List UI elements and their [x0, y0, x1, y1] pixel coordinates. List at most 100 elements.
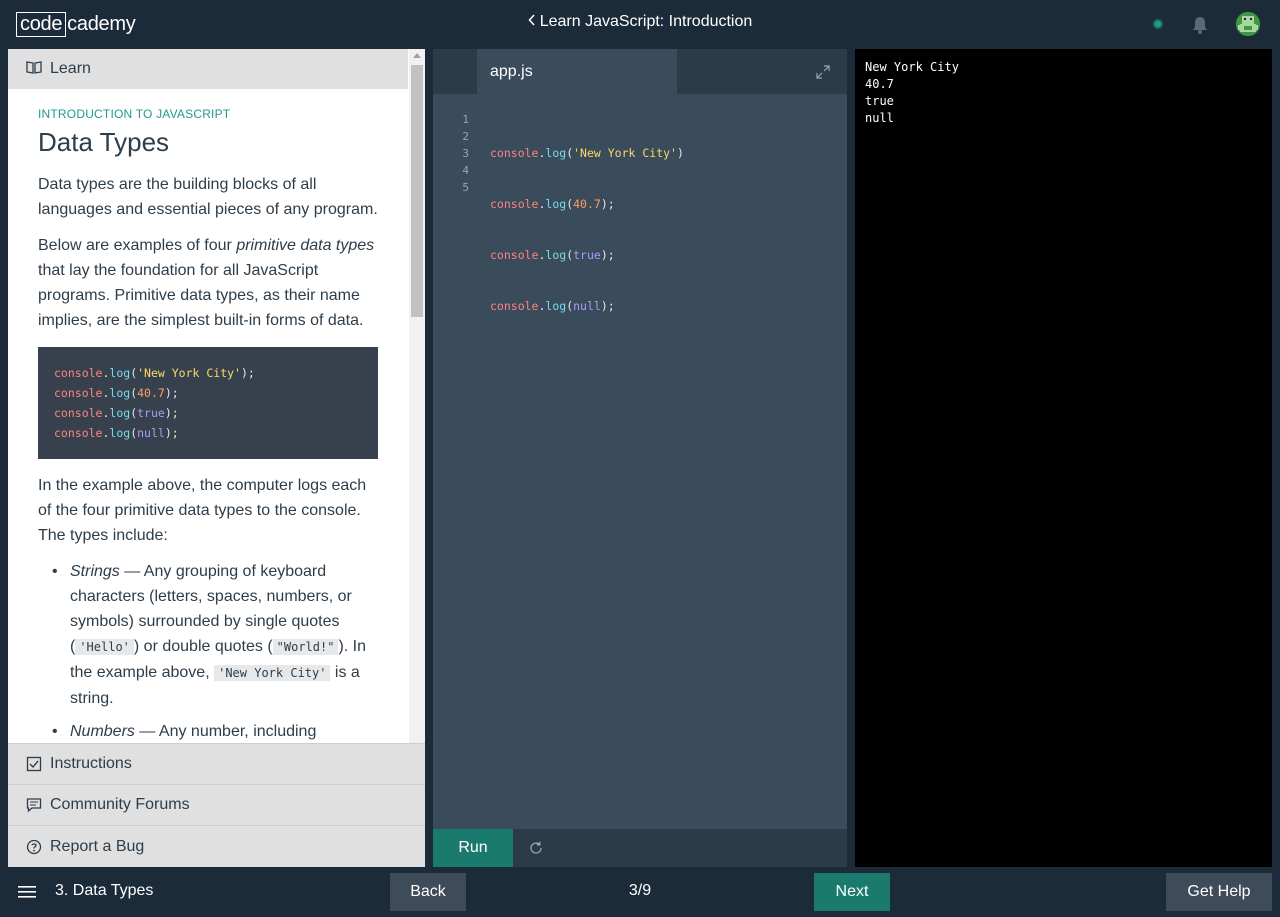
list-text: — Any number, including — [134, 723, 317, 740]
status-indicator-icon — [1153, 19, 1163, 29]
inline-code: "World!" — [272, 639, 339, 655]
lesson-paragraph-2: Below are examples of four primitive dat… — [38, 233, 380, 333]
paragraph-text: that lay the foundation for all JavaScri… — [38, 262, 364, 329]
list-item: Numbers — Any number, including — [52, 719, 380, 743]
run-button[interactable]: Run — [433, 829, 513, 867]
code-token: ); — [240, 366, 255, 380]
line-number: 5 — [462, 181, 469, 194]
checkbox-icon — [26, 756, 42, 772]
code-token: console — [54, 406, 103, 420]
term-text: Numbers — [70, 723, 135, 740]
code-token: 'New York City' — [137, 366, 241, 380]
code-token: 40.7 — [573, 197, 601, 211]
code-line: console.log(true); — [54, 403, 362, 423]
lesson-kicker: INTRODUCTION TO JAVASCRIPT — [38, 107, 231, 121]
editor-code-line[interactable]: console.log(40.7); — [490, 196, 684, 213]
code-line: console.log(40.7); — [54, 383, 362, 403]
code-line: console.log(null); — [54, 423, 362, 443]
lesson-scrollbar[interactable] — [409, 49, 425, 743]
bottom-bar: 3. Data Types Back 3/9 Next Get Help — [0, 867, 1280, 917]
code-token: log — [545, 299, 567, 313]
code-token: ); — [164, 386, 179, 400]
code-editor-panel: app.js 1 2 3 4 5 console.log('New York C… — [433, 49, 847, 867]
code-token: console — [54, 366, 103, 380]
learn-tab-label: Learn — [50, 60, 91, 77]
code-token: console — [490, 146, 539, 160]
report-bug-tab[interactable]: Report a Bug — [8, 825, 425, 867]
code-token: null — [573, 299, 601, 313]
back-button[interactable]: Back — [390, 873, 466, 911]
file-tab-app-js[interactable]: app.js — [477, 49, 677, 94]
lesson-title: Data Types — [38, 127, 170, 157]
chat-icon — [26, 797, 42, 813]
code-token: log — [545, 146, 567, 160]
expand-icon[interactable] — [815, 64, 831, 80]
term-text: Strings — [70, 563, 120, 580]
learn-tab[interactable]: Learn — [8, 49, 408, 89]
code-token: true — [573, 248, 601, 262]
scrollbar-thumb[interactable] — [411, 65, 423, 317]
code-token: log — [109, 366, 131, 380]
book-icon — [26, 60, 42, 79]
community-forums-tab[interactable]: Community Forums — [8, 784, 425, 825]
code-token: console — [54, 426, 103, 440]
code-token: 40.7 — [137, 386, 165, 400]
course-title-link[interactable]: Learn JavaScript: Introduction — [0, 13, 1280, 31]
menu-icon[interactable] — [18, 885, 36, 899]
code-token: log — [109, 386, 131, 400]
code-token: log — [545, 197, 567, 211]
code-editor-text-area[interactable]: console.log('New York City') console.log… — [490, 111, 684, 400]
list-item: Strings — Any grouping of keyboard chara… — [52, 559, 380, 711]
line-number-gutter: 1 2 3 4 5 — [433, 111, 477, 196]
code-token: true — [137, 406, 165, 420]
scroll-up-arrow-icon[interactable] — [413, 53, 421, 58]
code-token: console — [490, 248, 539, 262]
user-avatar[interactable] — [1236, 12, 1260, 36]
code-token: 'New York City' — [573, 146, 677, 160]
line-number: 1 — [462, 113, 469, 126]
editor-code-line[interactable]: console.log(null); — [490, 298, 684, 315]
run-bar: Run — [433, 829, 847, 867]
code-token: ); — [600, 197, 615, 211]
lesson-paragraph-3: In the example above, the computer logs … — [38, 477, 367, 544]
current-lesson-name[interactable]: 3. Data Types — [55, 882, 153, 900]
example-code-block: console.log('New York City'); console.lo… — [38, 347, 378, 459]
editor-code-line[interactable]: console.log(true); — [490, 247, 684, 264]
next-button[interactable]: Next — [814, 873, 890, 911]
code-token: log — [109, 426, 131, 440]
code-token: log — [545, 248, 567, 262]
help-circle-icon — [26, 839, 42, 855]
lesson-progress: 3/9 — [628, 882, 652, 899]
output-line: 40.7 — [865, 77, 894, 91]
output-line: true — [865, 94, 894, 108]
bell-icon[interactable] — [1191, 15, 1209, 35]
line-number: 4 — [462, 164, 469, 177]
code-token: ); — [164, 426, 179, 440]
learn-panel: Learn INTRODUCTION TO JAVASCRIPT Data Ty… — [8, 49, 425, 867]
output-line: New York City — [865, 60, 959, 74]
data-types-list: Strings — Any grouping of keyboard chara… — [38, 559, 380, 743]
emphasis-text: primitive data types — [236, 237, 375, 254]
editor-code-line[interactable] — [490, 349, 684, 366]
editor-code-line[interactable]: console.log('New York City') — [490, 145, 684, 162]
top-bar: code cademy Learn JavaScript: Introductio… — [0, 0, 1280, 49]
lesson-paragraph-1: Data types are the building blocks of al… — [38, 176, 378, 218]
list-text: ) or double quotes ( — [133, 638, 273, 655]
paragraph-text: Below are examples of four — [38, 237, 237, 254]
course-title-text: Learn JavaScript: Introduction — [539, 13, 753, 30]
code-token: console — [490, 197, 539, 211]
code-token: ); — [164, 406, 179, 420]
code-token: ); — [600, 299, 615, 313]
output-line: null — [865, 111, 894, 125]
editor-tab-bar: app.js — [433, 49, 847, 94]
inline-code: 'New York City' — [214, 665, 331, 681]
line-number: 3 — [462, 147, 469, 160]
chevron-left-icon — [528, 13, 536, 31]
code-token: console — [54, 386, 103, 400]
instructions-tab[interactable]: Instructions — [8, 743, 425, 784]
code-token: log — [109, 406, 131, 420]
get-help-button[interactable]: Get Help — [1166, 873, 1272, 911]
code-line: console.log('New York City'); — [54, 363, 362, 383]
reset-icon[interactable] — [528, 840, 544, 856]
instructions-label: Instructions — [50, 755, 132, 772]
